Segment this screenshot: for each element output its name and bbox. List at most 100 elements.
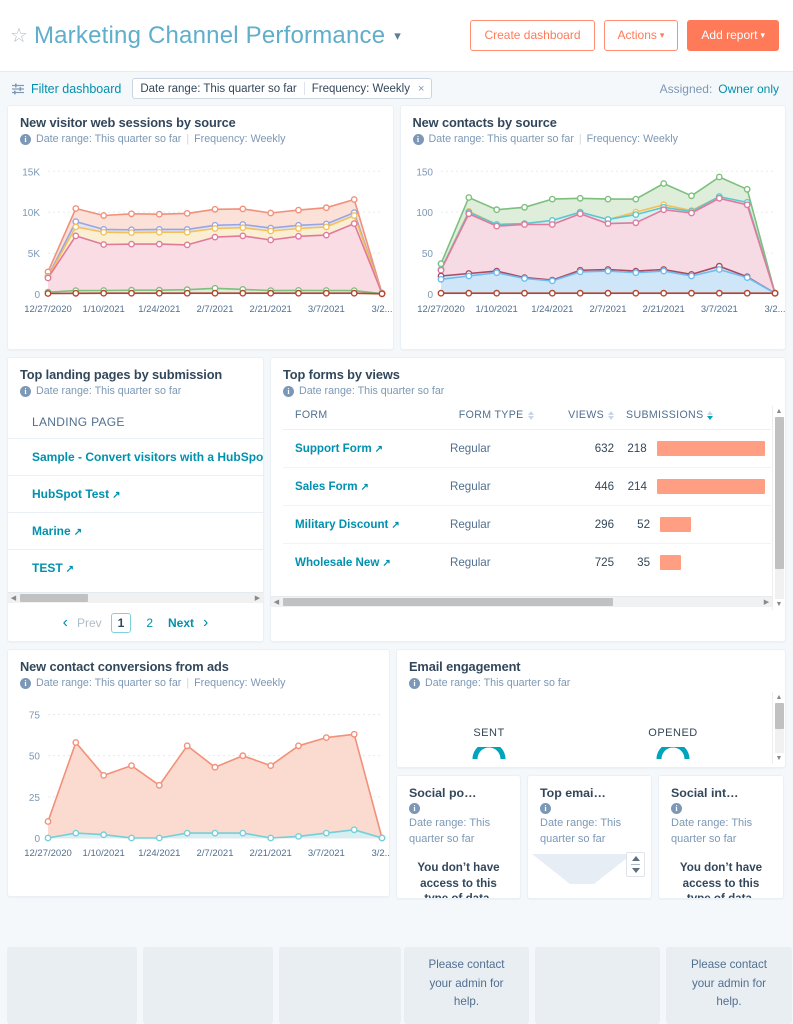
stepper-up-icon[interactable] [631, 855, 640, 861]
card-web-sessions: New visitor web sessions by source i Dat… [7, 105, 394, 350]
chart-web-sessions[interactable]: 0 5K 10K 15K 12/27/2020 1/10/2021 1/24/2021 2/7… [8, 145, 392, 320]
forms-horizontal-scrollbar[interactable]: ◀ ▶ [271, 596, 772, 607]
scroll-down-icon[interactable]: ▼ [776, 753, 783, 764]
info-icon[interactable]: i [412, 133, 424, 145]
form-link[interactable]: Wholesale New [295, 556, 379, 569]
scroll-up-icon[interactable]: ▲ [776, 692, 783, 703]
value-stepper[interactable] [626, 851, 645, 877]
external-link-icon[interactable]: ↗ [361, 482, 369, 493]
landing-page-link[interactable]: Marine [32, 524, 71, 538]
column-header-submissions[interactable]: SUBMISSIONS [620, 401, 771, 430]
scrollbar-thumb[interactable] [774, 703, 784, 729]
column-header-views[interactable]: VIEWS [539, 401, 621, 430]
cell-form[interactable]: Wholesale New ↗ [283, 544, 444, 582]
filter-chip-frequency: Frequency: Weekly [311, 82, 410, 95]
pagination-next-label[interactable]: Next [168, 616, 194, 630]
table-row[interactable]: Sales Form ↗ Regular 446 214 [283, 467, 771, 506]
engagement-label-sent: SENT [473, 727, 505, 739]
external-link-icon[interactable]: ↗ [66, 564, 74, 575]
info-icon[interactable]: i [283, 385, 294, 397]
table-row[interactable]: Wholesale New ↗ Regular 725 35 [283, 544, 771, 582]
no-access-message: You don’t have access to this type of da… [417, 860, 500, 899]
scroll-right-icon[interactable]: ▶ [761, 598, 772, 606]
assigned-value-link[interactable]: Owner only [718, 82, 779, 96]
external-link-icon[interactable]: ↗ [382, 558, 390, 569]
info-icon[interactable]: i [20, 133, 31, 145]
external-link-icon[interactable]: ↗ [391, 520, 399, 531]
info-icon[interactable]: i [671, 803, 682, 814]
sort-icon-active[interactable] [707, 410, 714, 420]
engagement-vertical-scrollbar[interactable]: ▲ ▼ [772, 692, 785, 764]
pagination-prev-arrow-icon[interactable]: ‹ [63, 614, 68, 632]
info-icon[interactable]: i [409, 803, 420, 814]
submissions-value: 218 [627, 442, 647, 455]
landing-page-link[interactable]: TEST [32, 561, 63, 575]
info-icon[interactable]: i [409, 677, 420, 689]
external-link-icon[interactable]: ↗ [74, 527, 82, 538]
filter-bar: Filter dashboard Date range: This quarte… [0, 72, 793, 105]
svg-text:12/27/2020: 12/27/2020 [24, 304, 72, 315]
svg-text:75: 75 [29, 711, 41, 722]
landing-page-link[interactable]: Sample - Convert visitors with a HubSpot… [32, 450, 263, 464]
scrollbar-track[interactable] [774, 703, 784, 753]
list-item[interactable]: TEST ↗ [8, 549, 263, 586]
scroll-left-icon[interactable]: ◀ [271, 598, 282, 606]
chart-new-contacts[interactable]: 0 50 100 150 12/27/2020 1/10/2021 1/24/2021 2/7… [401, 145, 785, 320]
table-row[interactable]: Military Discount ↗ Regular 296 52 [283, 505, 771, 544]
horizontal-scrollbar[interactable]: ◀ ▶ [8, 592, 263, 603]
sort-icon[interactable] [608, 410, 615, 420]
external-link-icon[interactable]: ↗ [375, 444, 383, 455]
submissions-bar [660, 517, 692, 532]
cell-form[interactable]: Military Discount ↗ [283, 505, 444, 544]
form-link[interactable]: Military Discount [295, 518, 388, 531]
favorite-star-icon[interactable]: ☆ [10, 26, 28, 46]
column-header-form[interactable]: FORM [283, 401, 444, 430]
svg-text:1/24/2021: 1/24/2021 [138, 848, 180, 859]
card-title: New contact conversions from ads [20, 659, 229, 674]
sort-icon[interactable] [527, 410, 534, 420]
info-icon[interactable]: i [20, 385, 31, 397]
info-icon[interactable]: i [540, 803, 551, 814]
table-row[interactable]: Support Form ↗ Regular 632 218 [283, 429, 771, 468]
form-link[interactable]: Support Form [295, 442, 372, 455]
chart-ads[interactable]: 0 25 50 75 12/27/2020 1/10/2021 1/24/2021 2/7/2… [8, 689, 389, 864]
actions-button[interactable]: Actions ▾ [603, 19, 679, 52]
stepper-down-icon[interactable] [631, 867, 640, 873]
scroll-right-icon[interactable]: ▶ [252, 594, 263, 602]
card-title: Social int… [671, 786, 739, 800]
scroll-left-icon[interactable]: ◀ [8, 594, 19, 602]
list-item[interactable]: Marine ↗ [8, 512, 263, 549]
pagination-page-1[interactable]: 1 [110, 613, 132, 633]
list-item[interactable]: HubSpot Test ↗ [8, 475, 263, 512]
create-dashboard-button[interactable]: Create dashboard [470, 19, 595, 52]
cell-views: 632 [539, 429, 621, 468]
scroll-up-icon[interactable]: ▲ [776, 406, 783, 417]
filter-dashboard-link[interactable]: Filter dashboard [31, 82, 121, 96]
scrollbar-thumb[interactable] [774, 417, 784, 569]
subtitle-date-range: Date range: This quarter so far [425, 677, 571, 689]
list-item[interactable]: Sample - Convert visitors with a HubSpot… [8, 438, 263, 475]
subtitle-date-range: Date range: This quarter so far [299, 385, 445, 397]
scrollbar-thumb[interactable] [20, 594, 88, 602]
filter-sliders-icon[interactable] [11, 82, 25, 96]
clear-filter-icon[interactable]: × [418, 83, 424, 95]
filter-chip[interactable]: Date range: This quarter so far Frequenc… [132, 78, 433, 99]
cell-form[interactable]: Sales Form ↗ [283, 467, 444, 506]
dashboard-header: ☆ Marketing Channel Performance ▾ Create… [0, 0, 793, 72]
cell-form[interactable]: Support Form ↗ [283, 429, 444, 468]
form-link[interactable]: Sales Form [295, 480, 358, 493]
landing-page-link[interactable]: HubSpot Test [32, 487, 109, 501]
scrollbar-track[interactable] [774, 417, 784, 599]
pagination-next-arrow-icon[interactable]: › [203, 614, 208, 632]
external-link-icon[interactable]: ↗ [112, 490, 120, 501]
pagination-page-2[interactable]: 2 [140, 614, 159, 632]
scroll-down-icon[interactable]: ▼ [776, 599, 783, 610]
scrollbar-thumb[interactable] [283, 598, 613, 606]
forms-vertical-scrollbar[interactable]: ▲ ▼ [772, 406, 785, 610]
title-chevron-down-icon[interactable]: ▾ [394, 28, 401, 44]
info-icon[interactable]: i [20, 677, 31, 689]
add-report-label: Add report [701, 27, 758, 42]
add-report-button[interactable]: Add report ▾ [687, 19, 779, 52]
column-header-form-type[interactable]: FORM TYPE [443, 401, 540, 430]
svg-text:3/7/2021: 3/7/2021 [700, 304, 737, 315]
